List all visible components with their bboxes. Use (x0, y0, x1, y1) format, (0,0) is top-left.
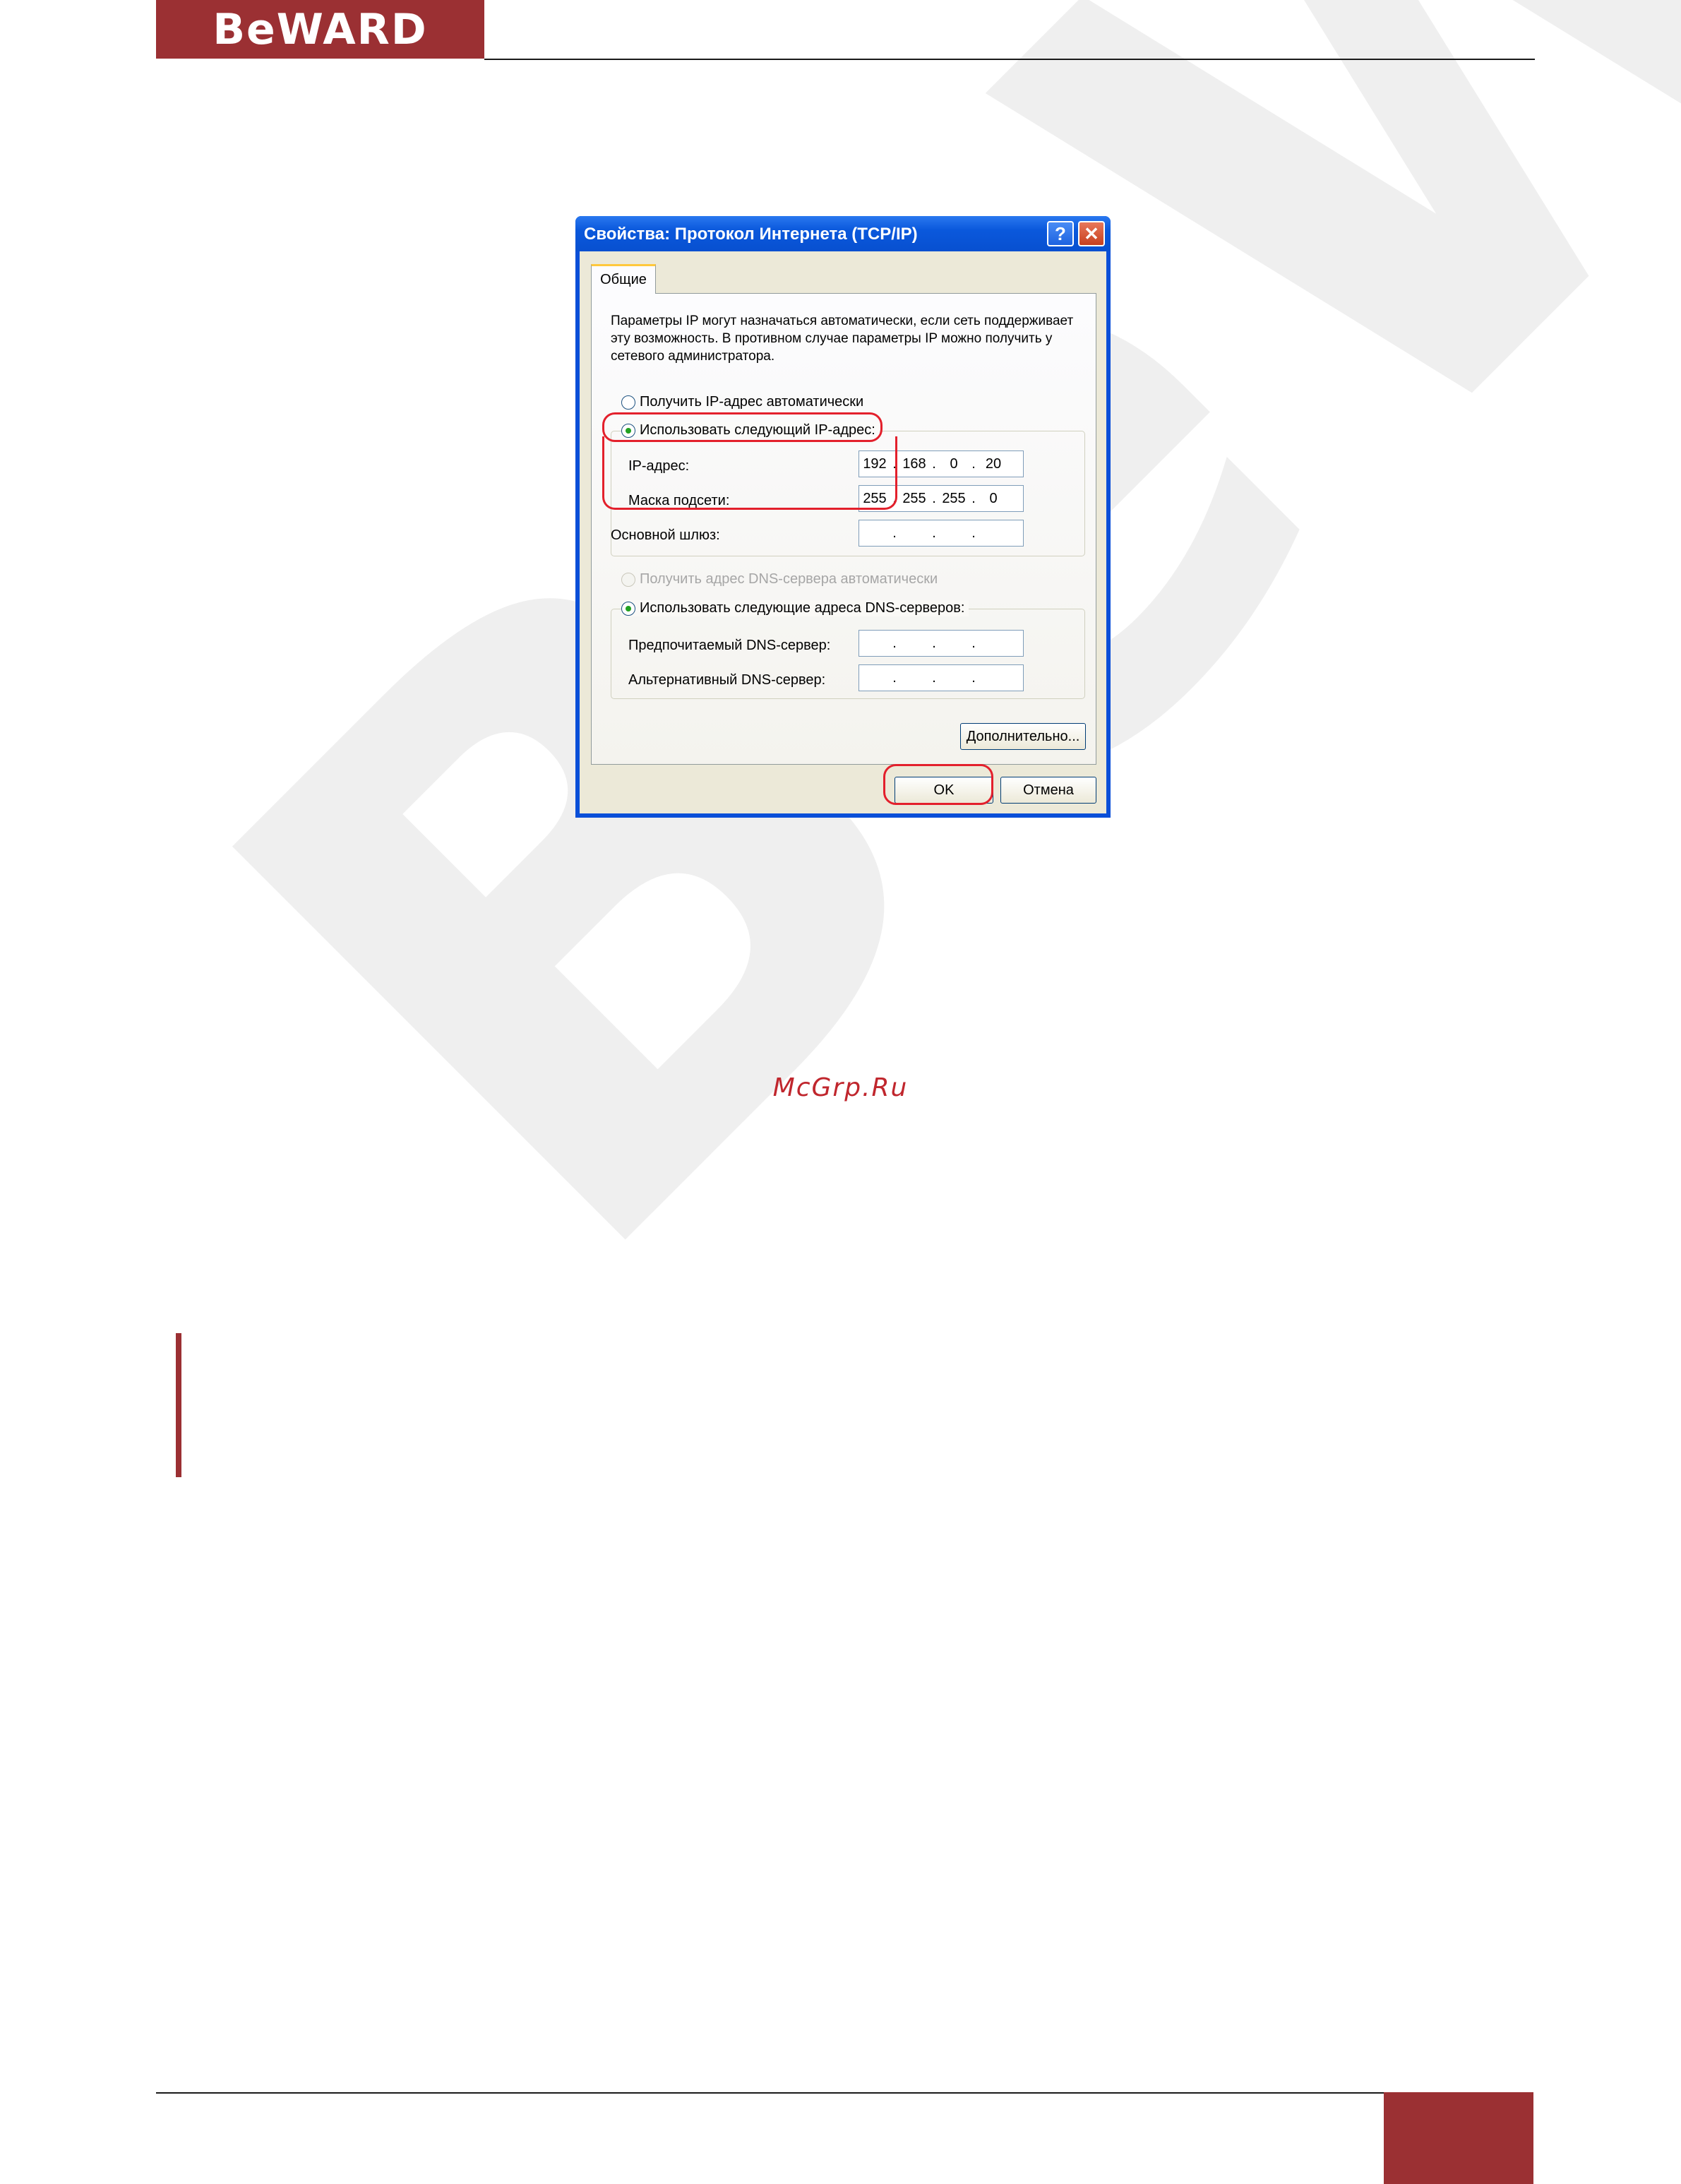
header-divider (484, 59, 1535, 60)
highlight-ok-button (883, 764, 993, 805)
cancel-button[interactable]: Отмена (1000, 777, 1096, 804)
source-link[interactable]: McGrp.Ru (0, 1073, 1681, 1102)
help-icon[interactable]: ? (1047, 221, 1074, 246)
mask-octet: 255 (902, 490, 926, 506)
dialog-description: Параметры IP могут назначаться автоматич… (611, 314, 1074, 364)
preferred-dns-label: Предпочитаемый DNS-сервер: (628, 638, 831, 653)
ip-octet: 0 (950, 455, 958, 472)
tab-panel-general: Параметры IP могут назначаться автоматич… (591, 293, 1096, 765)
alternate-dns-label: Альтернативный DNS-сервер: (628, 672, 826, 688)
radio-auto-dns[interactable]: Получить адрес DNS-сервера автоматически (621, 571, 938, 587)
brand-logo: BeWARD (156, 0, 484, 59)
radio-auto-dns-label: Получить адрес DNS-сервера автоматически (640, 571, 938, 587)
radio-auto-ip[interactable]: Получить IP-адрес автоматически (621, 394, 863, 410)
radio-button-disabled[interactable] (621, 572, 635, 587)
highlight-ip-mask-fields (602, 436, 897, 510)
footer-page-block (1384, 2092, 1533, 2184)
radio-auto-ip-label: Получить IP-адрес автоматически (640, 394, 864, 410)
close-icon[interactable]: ✕ (1078, 221, 1105, 246)
footer-divider (156, 2092, 1533, 2094)
dialog-titlebar: Свойства: Протокол Интернета (TCP/IP) ? … (575, 216, 1111, 251)
radio-manual-dns-label: Использовать следующие адреса DNS-сервер… (640, 600, 965, 616)
radio-button[interactable] (621, 395, 635, 410)
alternate-dns-input[interactable]: ... (859, 664, 1024, 691)
gateway-input[interactable]: ... (859, 520, 1024, 547)
radio-button-selected[interactable] (621, 601, 635, 616)
ip-octet: 168 (902, 455, 926, 472)
gateway-label: Основной шлюз: (611, 527, 720, 543)
advanced-button[interactable]: Дополнительно... (960, 723, 1086, 750)
radio-manual-dns[interactable]: Использовать следующие адреса DNS-сервер… (621, 600, 969, 616)
dialog-title: Свойства: Протокол Интернета (TCP/IP) (584, 225, 918, 244)
ip-octet: 20 (985, 455, 1002, 472)
mask-octet: 0 (989, 490, 998, 506)
tcpip-properties-dialog: Свойства: Протокол Интернета (TCP/IP) ? … (575, 216, 1111, 818)
note-side-bar (176, 1333, 181, 1477)
mask-octet: 255 (942, 490, 966, 506)
brand-logo-text: BeWARD (213, 4, 428, 54)
dialog-client-area: Общие Параметры IP могут назначаться авт… (580, 251, 1106, 813)
tab-general[interactable]: Общие (591, 264, 656, 294)
preferred-dns-input[interactable]: ... (859, 630, 1024, 657)
